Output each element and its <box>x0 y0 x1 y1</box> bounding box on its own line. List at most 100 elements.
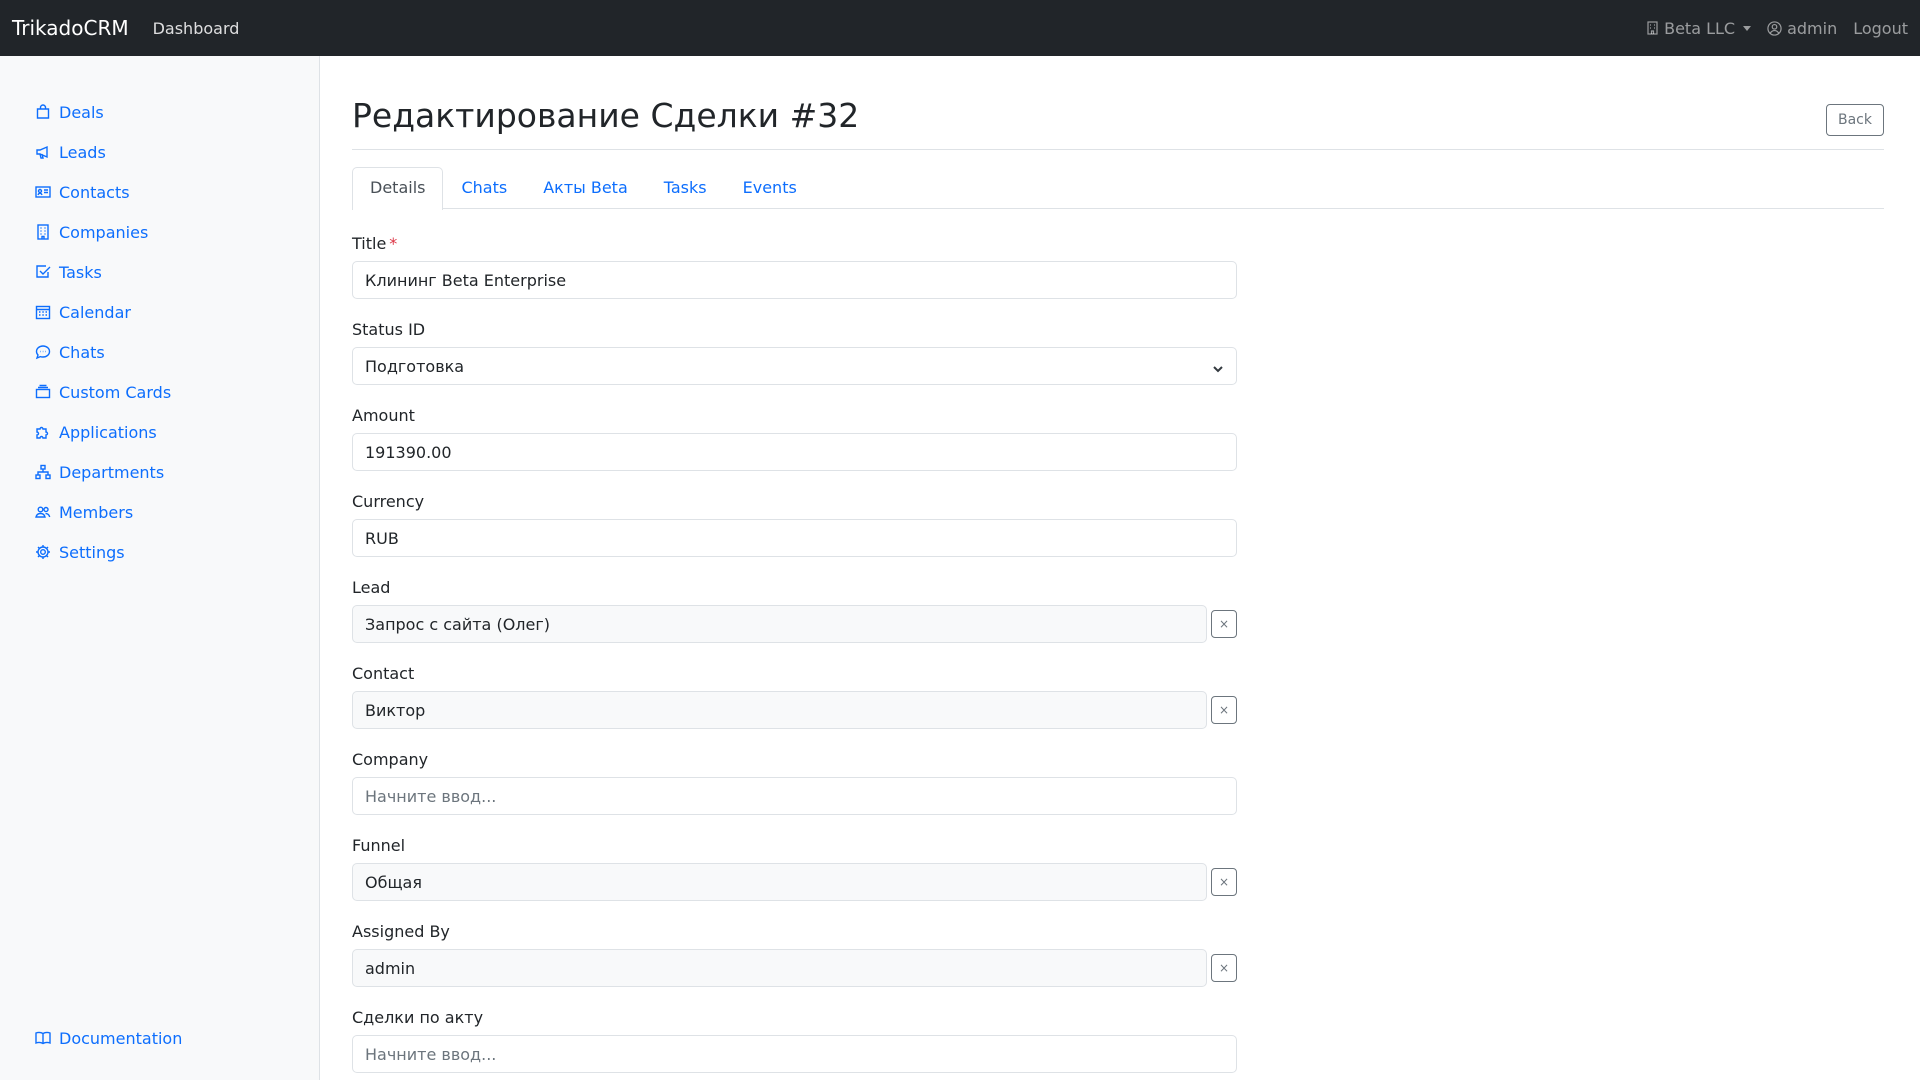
field-funnel: Funnel Общая × <box>352 836 1237 922</box>
sidebar-item-label: Tasks <box>59 262 102 282</box>
currency-input[interactable]: RUB <box>352 519 1237 557</box>
people-icon <box>35 506 51 518</box>
tab-details[interactable]: Details <box>352 167 444 210</box>
sidebar-item-label: Applications <box>59 422 157 442</box>
act-deals-input[interactable]: Начните ввод... <box>352 1035 1237 1073</box>
diagram-icon <box>35 464 51 480</box>
lead-clear-button[interactable]: × <box>1211 610 1237 638</box>
sidebar-item-deals[interactable]: Deals <box>35 92 171 132</box>
amount-input[interactable]: 191390.00 <box>352 433 1237 471</box>
sidebar-item-departments[interactable]: Departments <box>35 452 171 492</box>
title-input[interactable]: Клининг Beta Enterprise <box>352 261 1237 299</box>
sidebar-item-label: Chats <box>59 342 105 362</box>
sidebar-item-tasks[interactable]: Tasks <box>35 252 171 292</box>
field-assigned-by: Assigned By admin × <box>352 922 1237 1008</box>
deal-form: Title * Клининг Beta Enterprise Status ID… <box>352 234 1237 1080</box>
company-label: Company <box>352 750 429 769</box>
sidebar-item-label: Departments <box>59 462 165 482</box>
contact-label: Contact <box>352 664 415 683</box>
cards-icon <box>35 384 51 399</box>
sidebar-item-contacts[interactable]: Contacts <box>35 172 171 212</box>
field-act-deals: Сделки по акту Начните ввод... <box>352 1008 1237 1080</box>
field-currency: Currency RUB <box>352 492 1237 578</box>
lead-row: Запрос с сайта (Олег) × <box>352 605 1237 643</box>
field-amount: Amount 191390.00 <box>352 406 1237 492</box>
sidebar: Deals Leads Contacts Companies Tasks Cal… <box>0 56 320 1080</box>
sidebar-item-label: Members <box>59 502 134 522</box>
person-circle-icon <box>1767 20 1782 36</box>
status-label: Status ID <box>352 320 426 339</box>
assigned-by-label: Assigned By <box>352 922 450 941</box>
lead-label: Lead <box>352 578 391 597</box>
field-company: Company Начните ввод... <box>352 750 1237 836</box>
sidebar-item-members[interactable]: Members <box>35 492 171 532</box>
company-switcher[interactable]: Beta LLC <box>1646 19 1752 38</box>
funnel-clear-button[interactable]: × <box>1211 868 1237 896</box>
user-name: admin <box>1787 18 1838 38</box>
currency-label: Currency <box>352 492 425 511</box>
bag-icon <box>36 104 50 119</box>
field-status: Status ID Подготовка <box>352 320 1237 406</box>
sidebar-item-applications[interactable]: Applications <box>35 412 171 452</box>
sidebar-item-calendar[interactable]: Calendar <box>35 292 171 332</box>
assigned-by-row: admin × <box>352 949 1237 987</box>
tab-acts-beta[interactable]: Акты Beta <box>525 167 646 209</box>
page-header: Редактирование Сделки #32 Back <box>352 96 1884 150</box>
funnel-input[interactable]: Общая <box>352 863 1207 901</box>
logout-link[interactable]: Logout <box>1853 19 1908 38</box>
sidebar-item-label: Settings <box>59 542 125 562</box>
book-icon <box>35 1031 51 1045</box>
field-contact: Contact Виктор × <box>352 664 1237 750</box>
user-menu[interactable]: admin <box>1767 19 1837 38</box>
page-title: Редактирование Сделки #32 <box>352 96 860 135</box>
puzzle-icon <box>36 426 49 439</box>
sidebar-item-companies[interactable]: Companies <box>35 212 171 252</box>
tab-events[interactable]: Events <box>725 167 815 209</box>
check-square-icon <box>36 265 51 278</box>
title-label: Title * <box>352 234 1237 254</box>
field-title: Title * Клининг Beta Enterprise <box>352 234 1237 320</box>
status-select[interactable]: Подготовка <box>352 347 1237 385</box>
top-navbar: TrikadoCRM Dashboard Beta LLC admin Logo… <box>0 0 1920 56</box>
tab-bar: Details Chats Акты Beta Tasks Events <box>352 167 1884 210</box>
documentation-link[interactable]: Documentation <box>35 1018 182 1058</box>
sidebar-item-leads[interactable]: Leads <box>35 132 171 172</box>
lead-input[interactable]: Запрос с сайта (Олег) <box>352 605 1207 643</box>
tab-tasks[interactable]: Tasks <box>646 167 725 209</box>
sidebar-item-settings[interactable]: Settings <box>35 532 171 572</box>
sidebar-item-label: Leads <box>59 142 106 162</box>
sidebar-item-custom-cards[interactable]: Custom Cards <box>35 372 171 412</box>
amount-label: Amount <box>352 406 415 425</box>
tab-chats[interactable]: Chats <box>443 167 525 209</box>
assigned-by-clear-button[interactable]: × <box>1211 954 1237 982</box>
main-content: Редактирование Сделки #32 Back Details C… <box>352 56 1884 1080</box>
person-card-icon <box>35 186 51 198</box>
chevron-down-icon <box>1212 360 1224 373</box>
dashboard-link[interactable]: Dashboard <box>153 19 240 38</box>
funnel-row: Общая × <box>352 863 1237 901</box>
contact-clear-button[interactable]: × <box>1211 696 1237 724</box>
documentation-label: Documentation <box>59 1028 183 1048</box>
sidebar-item-label: Custom Cards <box>59 382 172 402</box>
field-lead: Lead Запрос с сайта (Олег) × <box>352 578 1237 664</box>
sidebar-nav: Deals Leads Contacts Companies Tasks Cal… <box>35 92 171 572</box>
sidebar-item-label: Companies <box>59 222 149 242</box>
company-input[interactable]: Начните ввод... <box>352 777 1237 815</box>
brand-link[interactable]: TrikadoCRM <box>12 16 129 40</box>
contact-input[interactable]: Виктор <box>352 691 1207 729</box>
assigned-by-input[interactable]: admin <box>352 949 1207 987</box>
gear-icon <box>36 545 50 559</box>
navbar-right: Beta LLC admin Logout <box>1646 19 1908 38</box>
chat-icon <box>35 345 51 360</box>
sidebar-item-chats[interactable]: Chats <box>35 332 171 372</box>
calendar-icon <box>35 305 51 320</box>
sidebar-footer: Documentation <box>35 1018 182 1058</box>
caret-down-icon <box>1743 25 1752 31</box>
sidebar-item-label: Calendar <box>59 302 131 322</box>
act-deals-label: Сделки по акту <box>352 1008 484 1027</box>
sidebar-item-label: Contacts <box>59 182 130 202</box>
back-button[interactable]: Back <box>1826 104 1884 136</box>
megaphone-icon <box>36 145 48 159</box>
required-marker: * <box>389 234 398 253</box>
sidebar-item-label: Deals <box>59 102 104 122</box>
